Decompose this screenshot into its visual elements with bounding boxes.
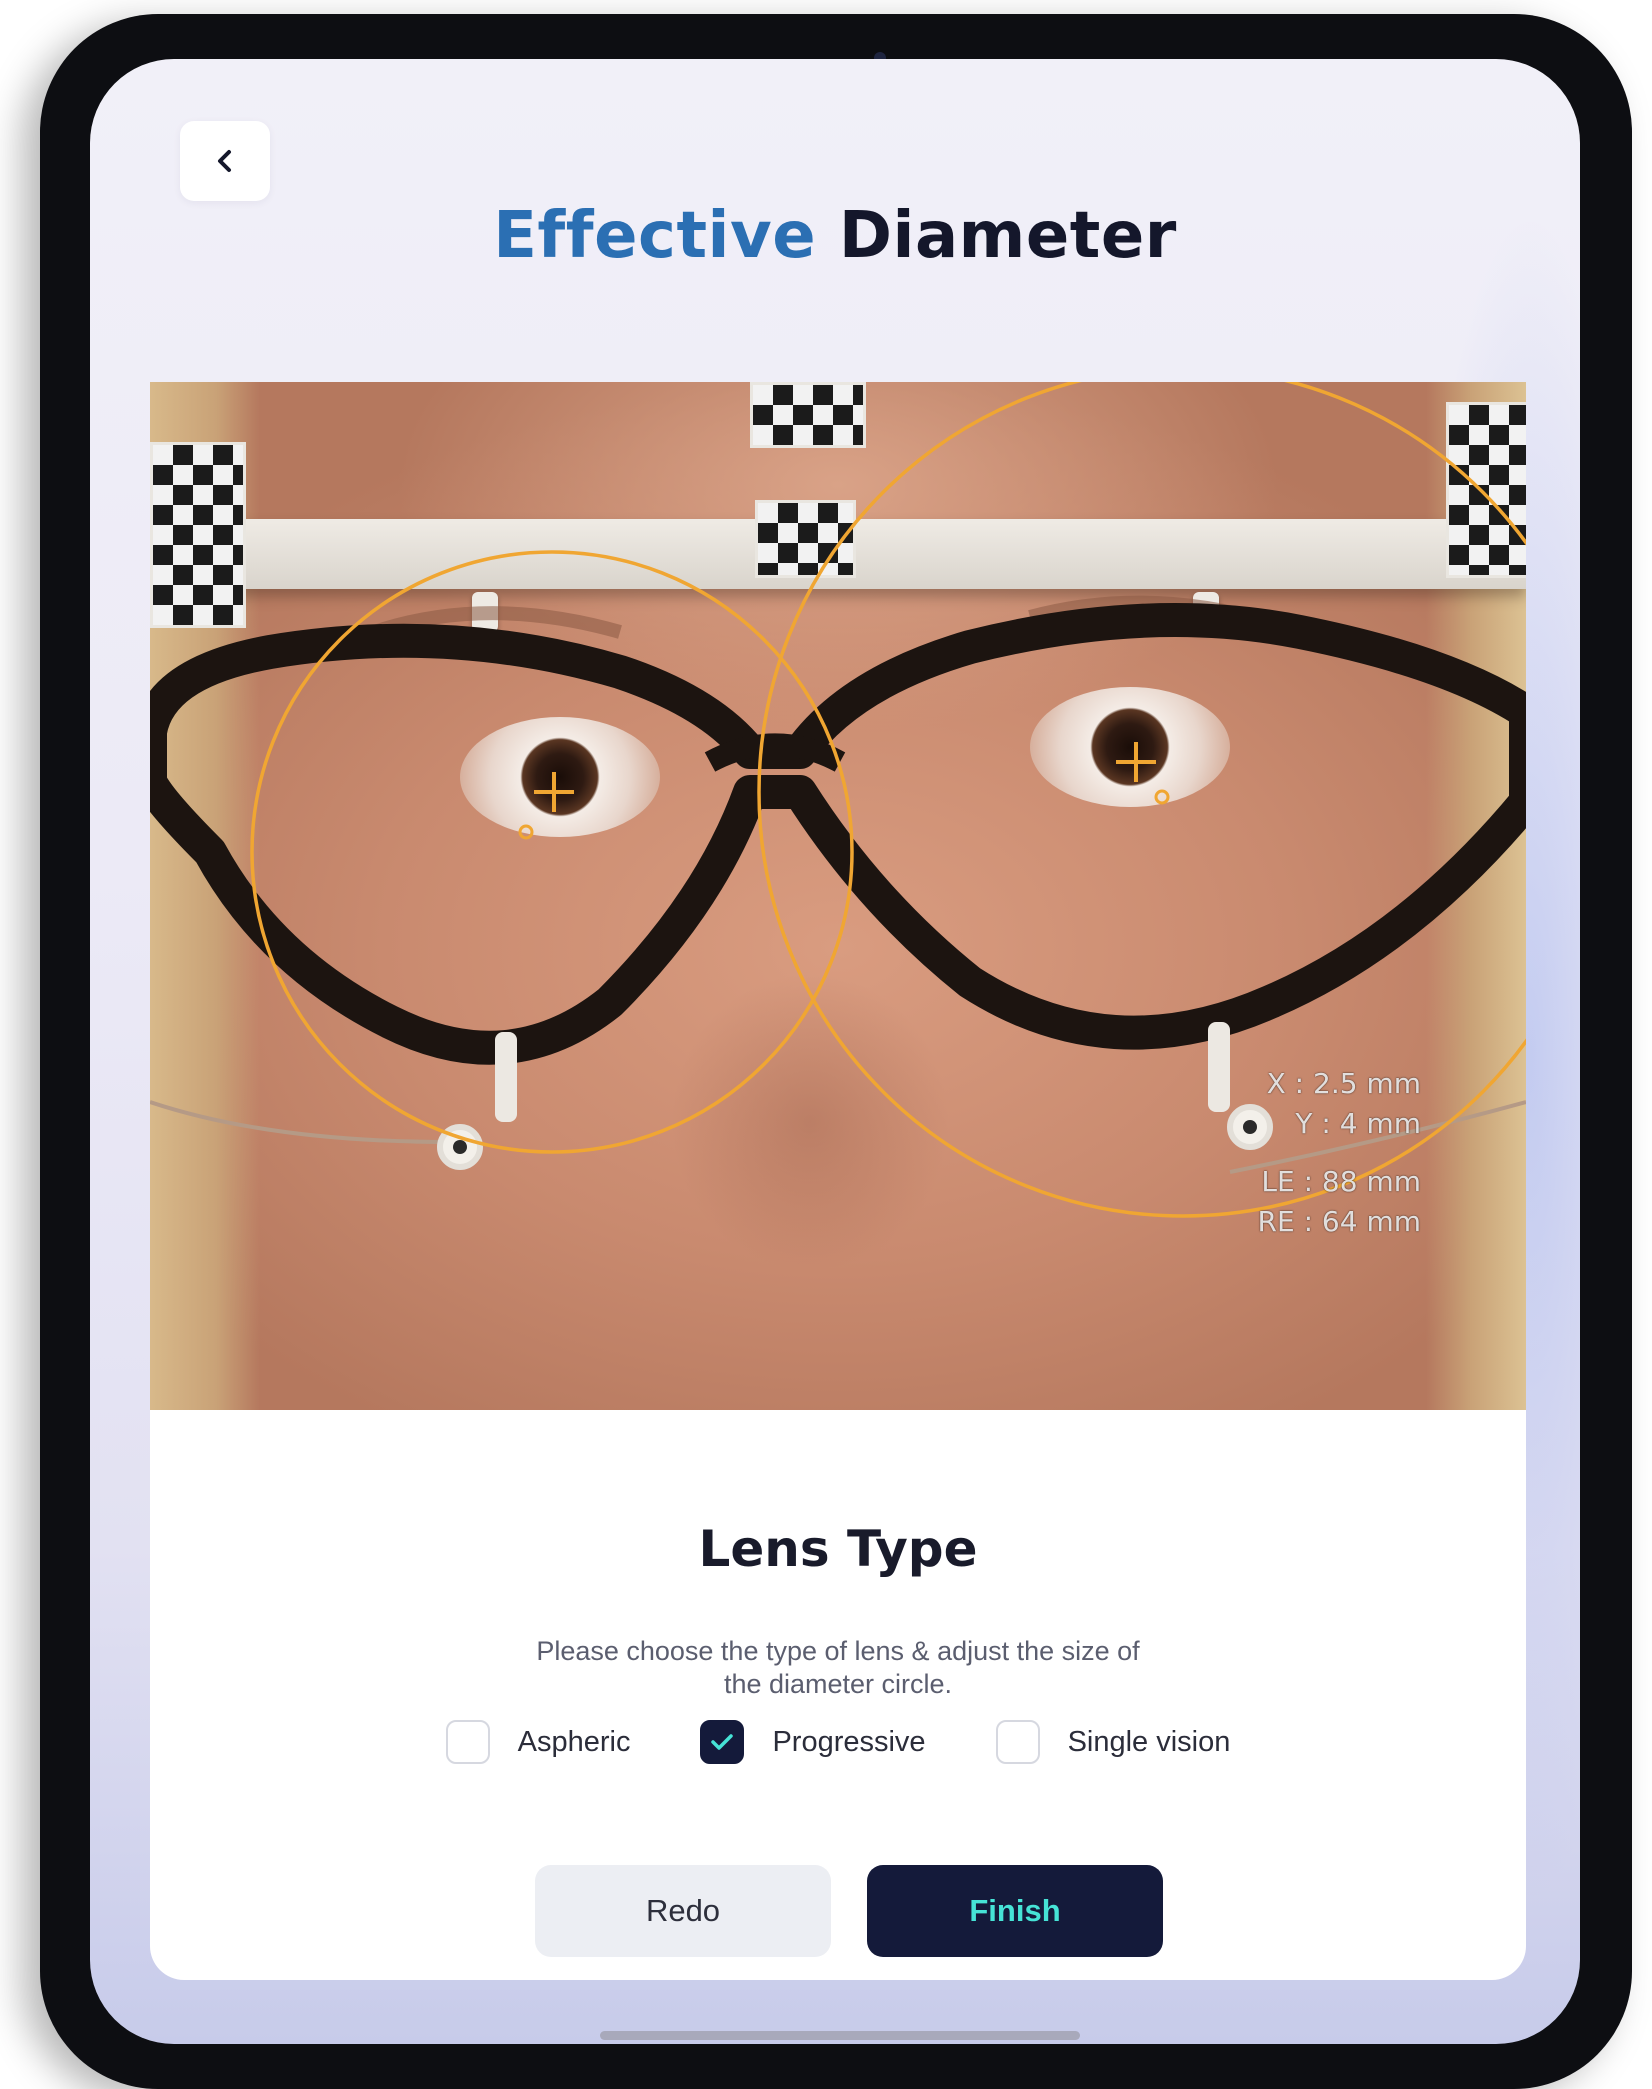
lens-type-options: Aspheric Progressive Single vision bbox=[150, 1720, 1526, 1764]
aspheric-checkbox[interactable] bbox=[445, 1720, 490, 1764]
chevron-left-icon bbox=[218, 150, 231, 172]
checkmark-icon bbox=[711, 1734, 734, 1750]
single-vision-label: Single vision bbox=[1067, 1725, 1231, 1758]
lens-type-description: Please choose the type of lens & adjust … bbox=[488, 1635, 1188, 1701]
app-screen: Effective Diameter X: 2.5 mm Y: 4 mm L… bbox=[90, 59, 1580, 2044]
captured-face-photo[interactable]: X : 2.5 mm Y : 4 mm LE : 88 mm RE : 64 m… bbox=[150, 382, 1526, 1410]
measurement-le: LE : 88 mm bbox=[1261, 1165, 1421, 1198]
page-title-main: Diameter bbox=[838, 199, 1177, 273]
page-title: Effective Diameter bbox=[90, 199, 1580, 273]
glasses-frame bbox=[150, 603, 1526, 1065]
measurement-y: Y : 4 mm bbox=[1295, 1107, 1421, 1140]
progressive-label: Progressive bbox=[772, 1725, 926, 1758]
lens-overlay bbox=[150, 382, 1526, 1218]
option-single-vision[interactable]: Single vision bbox=[995, 1720, 1231, 1764]
aspheric-label: Aspheric bbox=[517, 1725, 631, 1758]
lens-type-description-line2: the diameter circle. bbox=[723, 1669, 953, 1699]
page-title-accent: Effective bbox=[493, 199, 817, 273]
redo-button[interactable]: Redo bbox=[535, 1865, 831, 1957]
option-progressive[interactable]: Progressive bbox=[700, 1720, 926, 1764]
lens-type-panel: Lens Type Please choose the type of lens… bbox=[150, 1410, 1526, 1980]
finish-button[interactable]: Finish bbox=[867, 1865, 1163, 1957]
left-pupil-crosshair bbox=[534, 772, 574, 812]
lens-type-title: Lens Type bbox=[698, 1520, 978, 1578]
measurement-re: RE : 64 mm bbox=[1257, 1205, 1421, 1238]
measurement-x: X : 2.5 mm bbox=[1266, 1067, 1421, 1100]
option-aspheric[interactable]: Aspheric bbox=[445, 1720, 631, 1764]
right-pupil-crosshair bbox=[1116, 742, 1156, 782]
tablet-frame: Effective Diameter X: 2.5 mm Y: 4 mm L… bbox=[40, 14, 1632, 2089]
home-indicator[interactable] bbox=[600, 2031, 1080, 2040]
back-button[interactable] bbox=[180, 121, 270, 201]
single-vision-checkbox[interactable] bbox=[995, 1720, 1040, 1764]
progressive-checkbox[interactable] bbox=[700, 1720, 745, 1764]
lens-type-description-line1: Please choose the type of lens & adjust … bbox=[536, 1636, 1140, 1666]
